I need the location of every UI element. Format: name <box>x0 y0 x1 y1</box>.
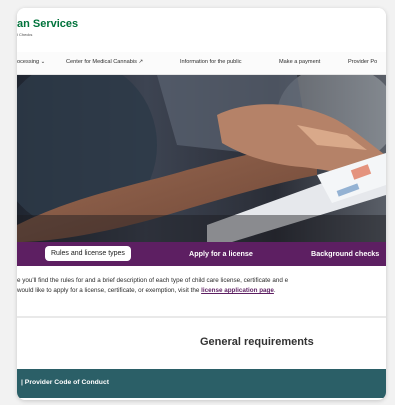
license-application-link[interactable]: license application page <box>201 287 274 294</box>
hero-image <box>17 75 386 242</box>
general-requirements-section: General requirements <box>17 322 386 362</box>
hero-photo <box>17 75 386 242</box>
nav-item-make-payment[interactable]: Make a payment <box>279 59 320 65</box>
general-requirements-title: General requirements <box>200 336 314 348</box>
divider <box>17 316 386 318</box>
intro-line-2-suffix: . <box>273 287 276 294</box>
nav-item-public-info[interactable]: Information for the public <box>180 59 242 65</box>
section-tabs: Rules and license types Apply for a lice… <box>17 242 386 266</box>
main-nav: ocessing ⌄ Center for Medical Cannabis ↗… <box>17 52 386 75</box>
intro-line-2-prefix: would like to apply for a license, certi… <box>17 287 202 294</box>
accordion-provider-code-of-conduct[interactable]: | Provider Code of Conduct <box>17 369 386 398</box>
nav-item-processing[interactable]: ocessing ⌄ <box>17 59 45 65</box>
nav-item-provider-portal[interactable]: Provider Po <box>348 59 377 65</box>
intro-text: e you'll find the rules for and a brief … <box>17 276 386 296</box>
intro-line-2: would like to apply for a license, certi… <box>17 286 386 296</box>
accordion-label: | Provider Code of Conduct <box>21 379 109 386</box>
site-title[interactable]: an Services <box>17 18 78 30</box>
tab-background-checks[interactable]: Background checks <box>311 249 379 258</box>
nav-item-medical-cannabis[interactable]: Center for Medical Cannabis ↗ <box>66 59 143 65</box>
tab-rules-and-license-types[interactable]: Rules and license types <box>45 246 131 261</box>
site-subtitle: l Checks <box>17 32 33 37</box>
site-header: an Services l Checks <box>17 8 386 48</box>
tab-apply-for-license[interactable]: Apply for a license <box>189 249 253 258</box>
page-card: an Services l Checks ocessing ⌄ Center f… <box>17 8 386 400</box>
intro-line-1: e you'll find the rules for and a brief … <box>17 277 289 284</box>
